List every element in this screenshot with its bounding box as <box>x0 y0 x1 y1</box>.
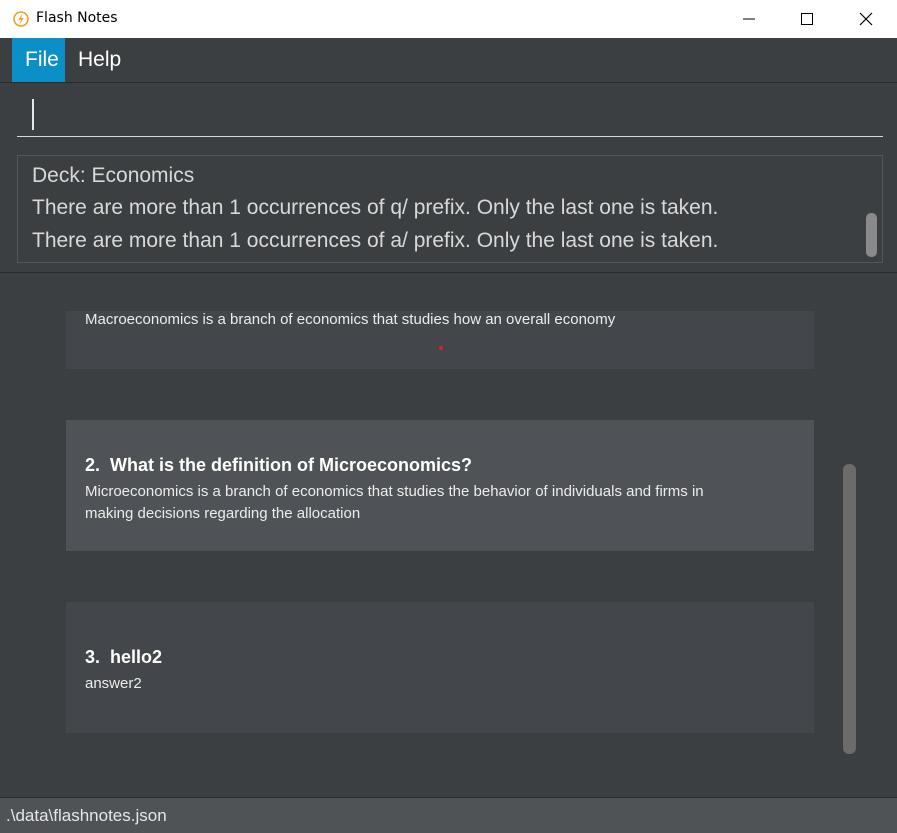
close-icon <box>859 12 873 26</box>
maximize-button[interactable] <box>784 0 830 38</box>
status-bar: .\data\flashnotes.json <box>0 797 897 833</box>
menu-bar: File Help <box>0 38 897 83</box>
result-line-warning-a: There are more than 1 occurrences of a/ … <box>32 229 719 252</box>
flashcard-index: 2. <box>85 455 101 475</box>
flashcard-question: 2. What is the definition of Microeconom… <box>85 455 472 476</box>
flashcard-answer-line-1: Microeconomics is a branch of economics … <box>85 483 704 500</box>
flashcard-3[interactable]: 3. hello2 answer2 <box>66 602 814 733</box>
list-scrollbar[interactable] <box>843 464 856 754</box>
maximize-icon <box>801 13 813 25</box>
menu-file[interactable]: File <box>12 38 65 82</box>
result-line-deck: Deck: Economics <box>32 164 195 187</box>
window-title: Flash Notes <box>36 10 118 26</box>
red-dot <box>439 346 443 350</box>
result-display[interactable]: Deck: Economics There are more than 1 oc… <box>17 155 883 263</box>
close-button[interactable] <box>843 0 889 38</box>
title-bar: Flash Notes <box>0 0 897 38</box>
flashcard-answer: answer2 <box>85 675 142 692</box>
flashcard-question: 3. hello2 <box>85 647 162 668</box>
flashcard-answer: Macroeconomics is a branch of economics … <box>85 311 616 328</box>
flashcard-1[interactable]: Macroeconomics is a branch of economics … <box>66 311 814 369</box>
menu-help[interactable]: Help <box>65 38 134 82</box>
result-line-warning-q: There are more than 1 occurrences of q/ … <box>32 196 719 219</box>
result-scrollbar[interactable] <box>866 213 877 257</box>
flashcard-index: 3. <box>85 647 101 667</box>
flash-logo-icon <box>13 11 29 27</box>
flashcard-2[interactable]: 2. What is the definition of Microeconom… <box>66 420 814 551</box>
command-input[interactable] <box>17 93 883 137</box>
minimize-button[interactable] <box>726 0 772 38</box>
flashcard-question-text: hello2 <box>110 647 163 667</box>
minimize-icon <box>743 18 755 20</box>
status-file-path: .\data\flashnotes.json <box>6 806 167 825</box>
text-caret <box>32 99 34 130</box>
flashcard-question-text: What is the definition of Microeconomics… <box>110 455 473 475</box>
flashcard-answer-line-2: making decisions regarding the allocatio… <box>85 505 361 522</box>
flashcard-list: Macroeconomics is a branch of economics … <box>0 273 897 797</box>
command-box <box>0 83 897 153</box>
app-window: Flash Notes File Help Deck: Economics Th… <box>0 0 897 833</box>
